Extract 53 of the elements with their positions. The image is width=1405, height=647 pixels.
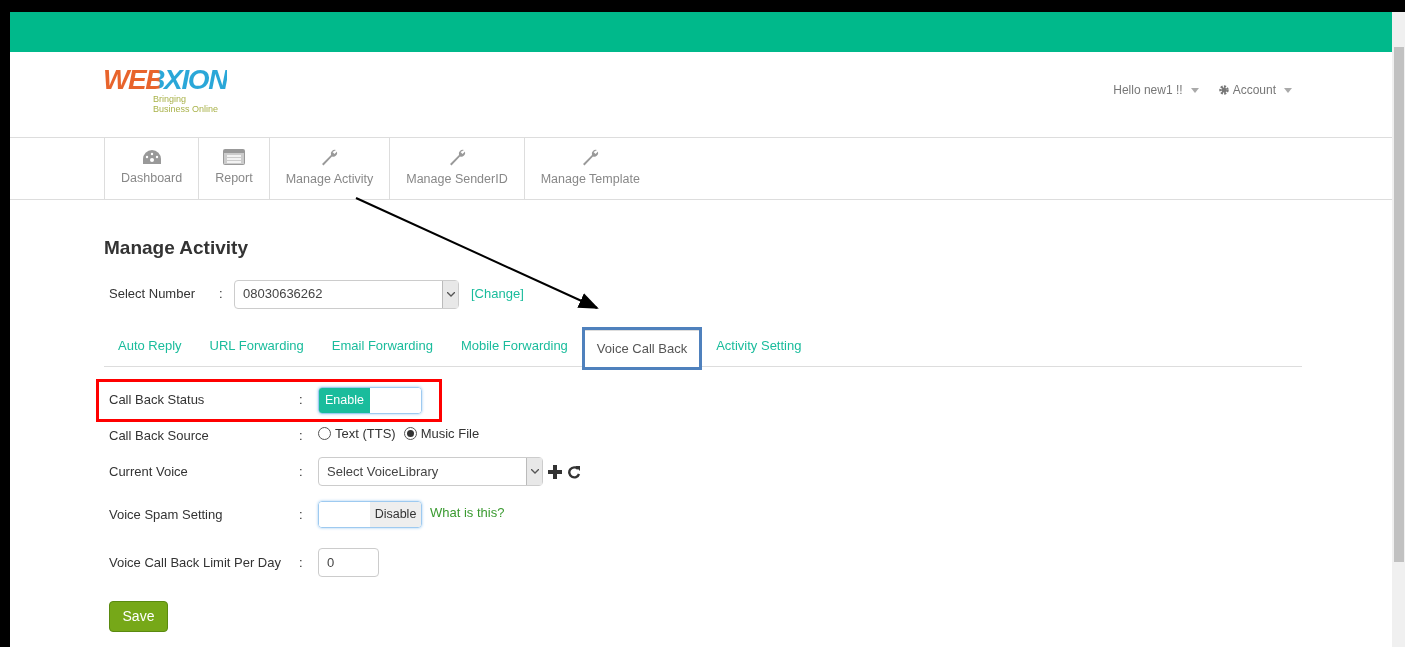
radio-button[interactable] — [318, 426, 331, 440]
radio-label: Music File — [420, 424, 480, 443]
toggle-label: Disable — [370, 502, 421, 527]
toggle-switch[interactable]: Enable — [318, 386, 422, 414]
tab[interactable]: Auto Reply — [104, 326, 196, 366]
tab[interactable]: Mobile Forwarding — [446, 326, 582, 366]
toggle-switch[interactable]: Disable — [318, 501, 422, 528]
field-label: Voice Spam Setting — [109, 505, 224, 524]
colon: : — [299, 553, 304, 572]
limit-field[interactable]: 0 — [318, 548, 379, 577]
nav-item[interactable]: Report — [198, 138, 269, 199]
toggle-label: Enable — [319, 387, 370, 413]
colon: : — [299, 462, 304, 481]
field-label: Call Back Status — [109, 391, 206, 410]
chevron-icon — [530, 469, 539, 474]
nav-item[interactable]: Manage Activity — [268, 138, 390, 199]
colon: : — [299, 391, 304, 410]
tab[interactable]: Email Forwarding — [317, 326, 447, 366]
field-label: Select Number — [109, 285, 196, 304]
settings-icon — [1218, 85, 1229, 95]
caret-icon — [1284, 87, 1292, 93]
colon: : — [219, 285, 224, 304]
plus-icon[interactable] — [547, 463, 563, 480]
radio-button[interactable] — [403, 426, 417, 440]
field-label: Current Voice — [109, 462, 189, 481]
radio-label: Text (TTS) — [335, 424, 396, 443]
tab[interactable]: URL Forwarding — [195, 326, 318, 366]
field-label: Voice Call Back Limit Per Day — [109, 553, 282, 572]
nav-item[interactable]: Manage SenderID — [389, 138, 524, 199]
nav-item[interactable]: Dashboard — [104, 138, 199, 199]
refresh-icon[interactable] — [567, 464, 581, 479]
voice-select[interactable]: Select VoiceLibrary — [318, 457, 543, 486]
tab[interactable]: Voice Call Back — [584, 330, 700, 367]
page-title: Manage Activity — [104, 236, 249, 260]
wrench-icon — [320, 148, 339, 167]
number-select[interactable]: 08030636262 — [234, 279, 459, 309]
nav-item[interactable]: Manage Template — [523, 138, 656, 199]
save-button[interactable]: Save — [109, 601, 168, 632]
logo-tagline: Business Online — [153, 104, 220, 114]
colon: : — [299, 505, 304, 524]
user-menu[interactable]: Account — [1218, 81, 1292, 99]
wrench-icon — [581, 148, 600, 167]
change-link[interactable]: [Change] — [471, 284, 524, 304]
help-link[interactable]: What is this? — [430, 502, 505, 523]
gauge-icon — [141, 149, 162, 166]
colon: : — [299, 426, 304, 445]
tab[interactable]: Activity Setting — [702, 326, 816, 366]
field-label: Call Back Source — [109, 426, 210, 445]
logo-tagline: Bringing — [153, 94, 188, 104]
caret-icon — [1190, 87, 1199, 93]
chevron-icon — [446, 291, 455, 297]
list-icon — [222, 149, 245, 166]
user-menu[interactable]: Hello new1 !! — [1113, 81, 1199, 99]
